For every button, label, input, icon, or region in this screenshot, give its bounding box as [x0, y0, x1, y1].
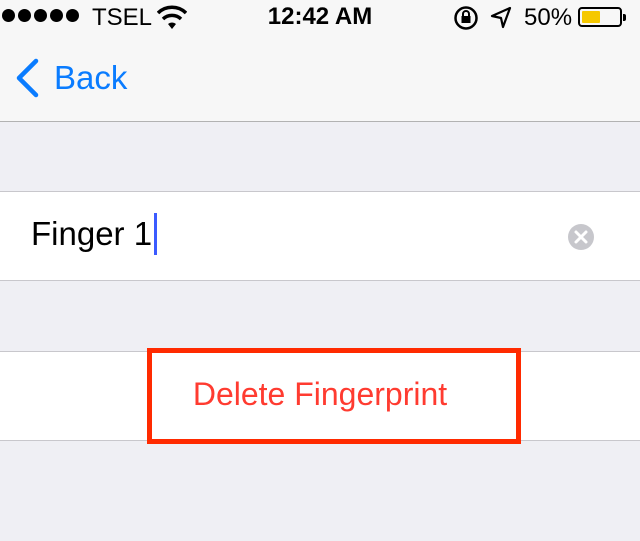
back-button[interactable]: Back: [14, 56, 127, 100]
chevron-left-icon: [16, 58, 39, 98]
battery-icon: [578, 7, 626, 27]
clear-circle-icon[interactable]: [567, 223, 595, 251]
navigation-bar: Back: [0, 40, 640, 122]
status-bar: TSEL 12:42 AM 50%: [0, 0, 640, 40]
fingerprint-name-text: Finger 1: [31, 215, 153, 252]
battery-percent: 50%: [524, 4, 573, 31]
back-label: Back: [54, 59, 128, 96]
text-cursor: [154, 213, 158, 255]
fingerprint-name-input[interactable]: Finger 1: [31, 213, 158, 255]
highlight-annotation-box: [147, 348, 521, 444]
fingerprint-name-cell: Finger 1: [0, 191, 640, 281]
rotation-lock-icon: [454, 6, 478, 30]
location-arrow-icon: [490, 6, 512, 29]
